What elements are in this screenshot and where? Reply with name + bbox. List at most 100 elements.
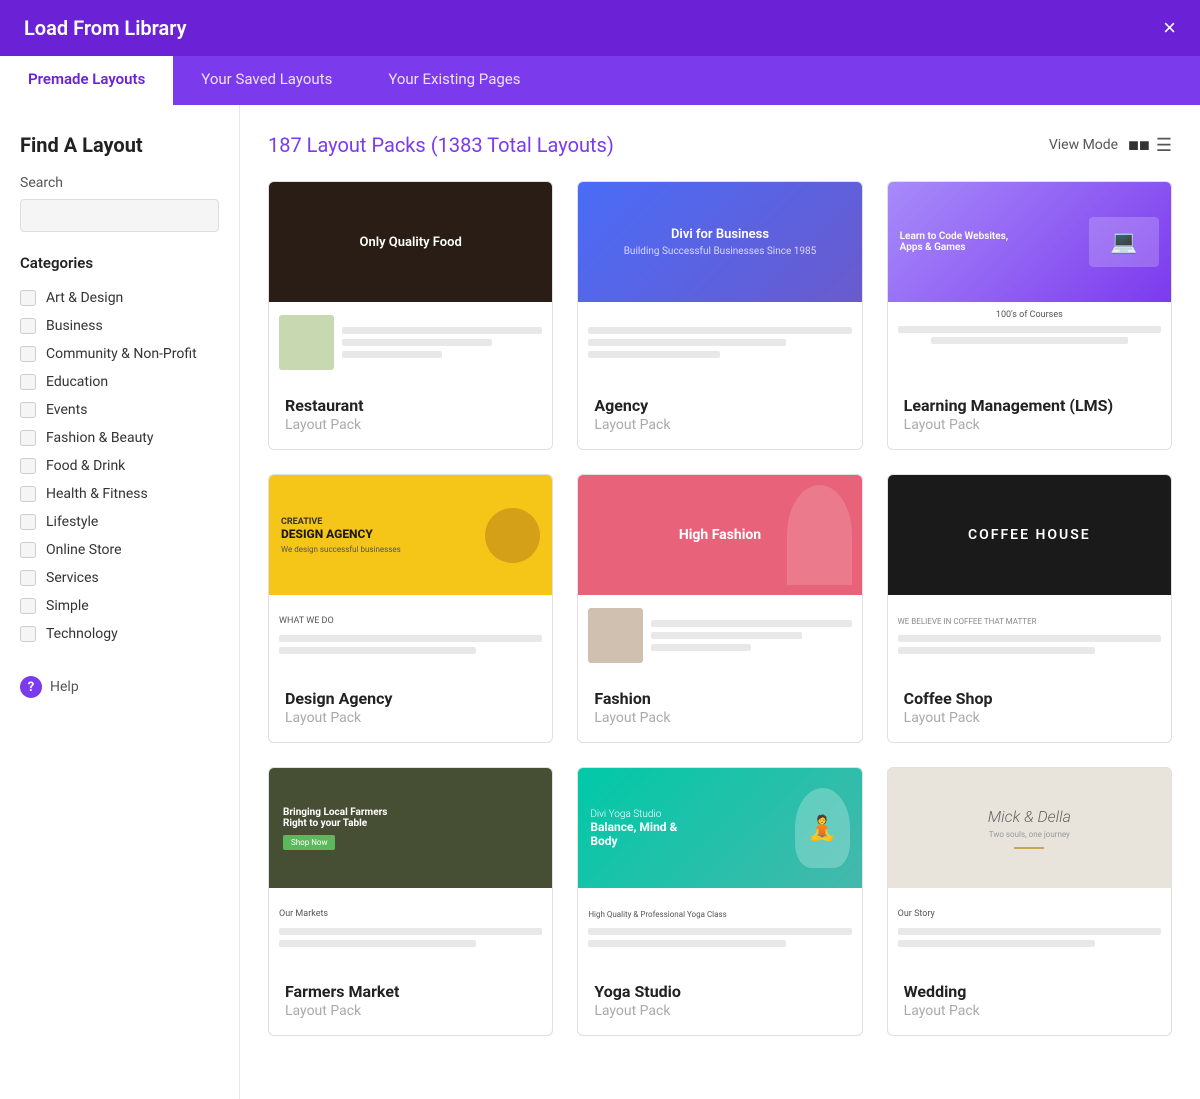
- checkbox-events[interactable]: [20, 402, 36, 418]
- modal-title: Load From Library: [24, 16, 187, 40]
- sidebar-title: Find A Layout: [20, 133, 219, 157]
- categories-title: Categories: [20, 254, 219, 272]
- sidebar-item-simple[interactable]: Simple: [20, 592, 219, 620]
- card-info-yoga-studio: Yoga Studio Layout Pack: [578, 968, 861, 1035]
- layout-card-lms[interactable]: Learn to Code Websites, Apps & Games 💻 1…: [887, 181, 1172, 450]
- checkbox-simple[interactable]: [20, 598, 36, 614]
- card-type-fashion: Layout Pack: [594, 710, 845, 726]
- category-label-community: Community & Non-Profit: [46, 346, 197, 362]
- checkbox-services[interactable]: [20, 570, 36, 586]
- tab-saved[interactable]: Your Saved Layouts: [173, 56, 360, 105]
- category-label-services: Services: [46, 570, 99, 586]
- sidebar-item-education[interactable]: Education: [20, 368, 219, 396]
- card-preview-wedding: Mick & Della Two souls, one journey Our …: [888, 768, 1171, 968]
- view-mode-label: View Mode: [1049, 137, 1118, 153]
- checkbox-online[interactable]: [20, 542, 36, 558]
- layout-card-farmers-market[interactable]: Bringing Local FarmersRight to your Tabl…: [268, 767, 553, 1036]
- category-label-online: Online Store: [46, 542, 122, 558]
- sidebar-item-events[interactable]: Events: [20, 396, 219, 424]
- sidebar-item-fashion[interactable]: Fashion & Beauty: [20, 424, 219, 452]
- card-preview-restaurant: Only Quality Food: [269, 182, 552, 382]
- checkbox-community[interactable]: [20, 346, 36, 362]
- modal-body: Find A Layout Search Categories Art & De…: [0, 105, 1200, 1099]
- category-label-tech: Technology: [46, 626, 118, 642]
- view-icons: ■■ ☰: [1128, 135, 1172, 156]
- card-type-wedding: Layout Pack: [904, 1003, 1155, 1019]
- help-label: Help: [50, 679, 79, 695]
- sidebar-item-community[interactable]: Community & Non-Profit: [20, 340, 219, 368]
- tab-bar: Premade Layouts Your Saved Layouts Your …: [0, 56, 1200, 105]
- checkbox-tech[interactable]: [20, 626, 36, 642]
- checkbox-education[interactable]: [20, 374, 36, 390]
- tab-existing[interactable]: Your Existing Pages: [360, 56, 548, 105]
- layout-card-wedding[interactable]: Mick & Della Two souls, one journey Our …: [887, 767, 1172, 1036]
- card-type-lms: Layout Pack: [904, 417, 1155, 433]
- checkbox-lifestyle[interactable]: [20, 514, 36, 530]
- view-mode-container: View Mode ■■ ☰: [1049, 135, 1172, 156]
- card-type-farmers-market: Layout Pack: [285, 1003, 536, 1019]
- checkbox-fashion[interactable]: [20, 430, 36, 446]
- sidebar-item-art[interactable]: Art & Design: [20, 284, 219, 312]
- modal: Load From Library × Premade Layouts Your…: [0, 0, 1200, 1099]
- layout-card-fashion[interactable]: High Fashion Fashion Layout Pac: [577, 474, 862, 743]
- card-info-fashion: Fashion Layout Pack: [578, 675, 861, 742]
- card-info-wedding: Wedding Layout Pack: [888, 968, 1171, 1035]
- sidebar-item-food[interactable]: Food & Drink: [20, 452, 219, 480]
- help-link[interactable]: ? Help: [20, 676, 219, 698]
- card-preview-farmers-market: Bringing Local FarmersRight to your Tabl…: [269, 768, 552, 968]
- grid-view-icon[interactable]: ■■: [1128, 135, 1150, 156]
- card-type-agency: Layout Pack: [594, 417, 845, 433]
- card-name-agency: Agency: [594, 396, 845, 415]
- categories-list: Art & Design Business Community & Non-Pr…: [20, 284, 219, 648]
- close-button[interactable]: ×: [1163, 17, 1176, 39]
- search-input[interactable]: [20, 199, 219, 232]
- card-name-fashion: Fashion: [594, 689, 845, 708]
- category-label-art: Art & Design: [46, 290, 123, 306]
- sidebar-item-online[interactable]: Online Store: [20, 536, 219, 564]
- category-label-education: Education: [46, 374, 108, 390]
- help-icon: ?: [20, 676, 42, 698]
- checkbox-business[interactable]: [20, 318, 36, 334]
- card-name-restaurant: Restaurant: [285, 396, 536, 415]
- sidebar-item-health[interactable]: Health & Fitness: [20, 480, 219, 508]
- layout-grid: Only Quality Food Restaurant Layout Pack: [268, 181, 1172, 1036]
- card-info-design-agency: Design Agency Layout Pack: [269, 675, 552, 742]
- list-view-icon[interactable]: ☰: [1156, 135, 1172, 156]
- sidebar-item-tech[interactable]: Technology: [20, 620, 219, 648]
- search-label: Search: [20, 175, 219, 191]
- card-name-wedding: Wedding: [904, 982, 1155, 1001]
- card-preview-design-agency: CREATIVE DESIGN AGENCY We design success…: [269, 475, 552, 675]
- sidebar-item-lifestyle[interactable]: Lifestyle: [20, 508, 219, 536]
- card-type-design-agency: Layout Pack: [285, 710, 536, 726]
- main-content: 187 Layout Packs (1383 Total Layouts) Vi…: [240, 105, 1200, 1099]
- main-header: 187 Layout Packs (1383 Total Layouts) Vi…: [268, 133, 1172, 157]
- card-type-restaurant: Layout Pack: [285, 417, 536, 433]
- checkbox-food[interactable]: [20, 458, 36, 474]
- category-label-business: Business: [46, 318, 103, 334]
- layout-card-yoga-studio[interactable]: Divi Yoga Studio Balance, Mind &Body 🧘 H…: [577, 767, 862, 1036]
- category-label-health: Health & Fitness: [46, 486, 148, 502]
- layout-card-restaurant[interactable]: Only Quality Food Restaurant Layout Pack: [268, 181, 553, 450]
- card-info-lms: Learning Management (LMS) Layout Pack: [888, 382, 1171, 449]
- tab-premade[interactable]: Premade Layouts: [0, 56, 173, 105]
- card-type-coffee-shop: Layout Pack: [904, 710, 1155, 726]
- layout-card-design-agency[interactable]: CREATIVE DESIGN AGENCY We design success…: [268, 474, 553, 743]
- card-preview-lms: Learn to Code Websites, Apps & Games 💻 1…: [888, 182, 1171, 382]
- pack-count: 187 Layout Packs (1383 Total Layouts): [268, 133, 614, 157]
- layout-card-agency[interactable]: Divi for Business Building Successful Bu…: [577, 181, 862, 450]
- card-info-farmers-market: Farmers Market Layout Pack: [269, 968, 552, 1035]
- category-label-food: Food & Drink: [46, 458, 125, 474]
- card-info-restaurant: Restaurant Layout Pack: [269, 382, 552, 449]
- card-name-lms: Learning Management (LMS): [904, 396, 1155, 415]
- card-preview-coffee-shop: COFFEE HOUSE WE BELIEVE IN COFFEE THAT M…: [888, 475, 1171, 675]
- category-label-simple: Simple: [46, 598, 89, 614]
- card-preview-yoga-studio: Divi Yoga Studio Balance, Mind &Body 🧘 H…: [578, 768, 861, 968]
- card-info-agency: Agency Layout Pack: [578, 382, 861, 449]
- card-preview-fashion: High Fashion: [578, 475, 861, 675]
- layout-card-coffee-shop[interactable]: COFFEE HOUSE WE BELIEVE IN COFFEE THAT M…: [887, 474, 1172, 743]
- sidebar-item-business[interactable]: Business: [20, 312, 219, 340]
- sidebar-item-services[interactable]: Services: [20, 564, 219, 592]
- category-label-lifestyle: Lifestyle: [46, 514, 98, 530]
- checkbox-art[interactable]: [20, 290, 36, 306]
- checkbox-health[interactable]: [20, 486, 36, 502]
